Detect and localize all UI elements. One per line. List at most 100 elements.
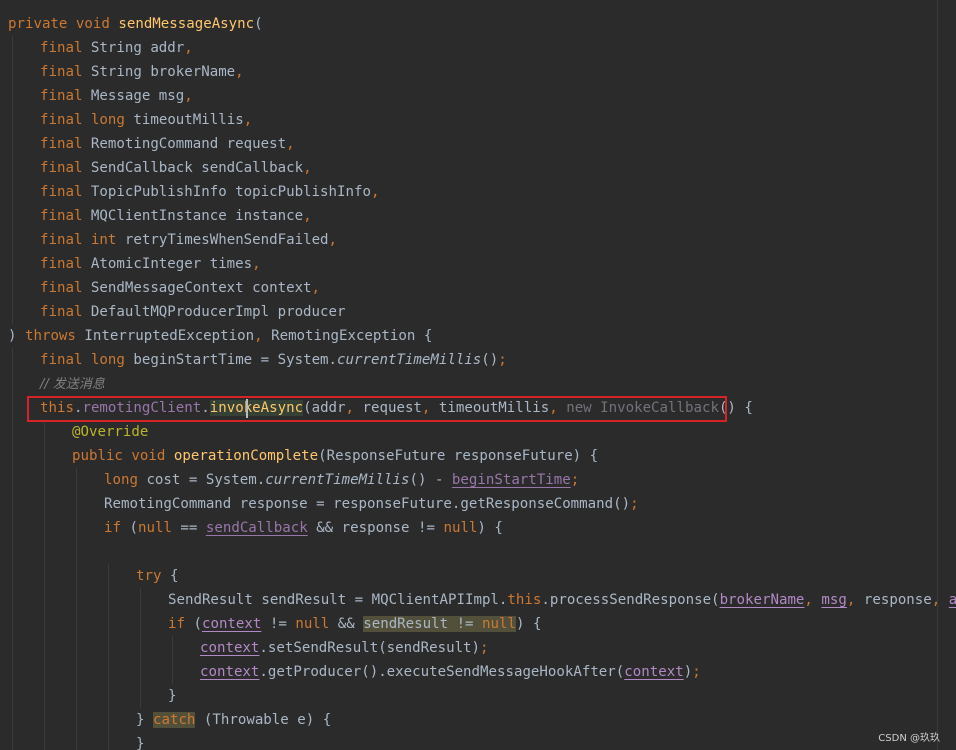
code-token: ;: [630, 496, 639, 512]
code-line-27[interactable]: context.setSendResult(sendResult);: [0, 636, 956, 660]
code-line-11[interactable]: final AtomicInteger times,: [0, 252, 956, 276]
code-token: final: [40, 280, 83, 296]
code-token: private: [8, 16, 68, 32]
code-token: &&: [329, 616, 364, 632]
code-token: int: [90, 232, 117, 248]
code-line-22[interactable]: if (null == sendCallback && response != …: [0, 516, 956, 540]
code-token: cost = System.: [137, 472, 266, 488]
code-token: context: [624, 664, 684, 680]
code-token: null: [443, 520, 478, 536]
code-line-3[interactable]: final String brokerName,: [0, 60, 956, 84]
code-token: final: [40, 112, 83, 128]
code-line-25[interactable]: SendResult sendResult = MQClientAPIImpl.…: [0, 588, 956, 612]
code-token: (Throwable e) {: [195, 712, 332, 728]
code-token: !=: [261, 616, 296, 632]
code-token: final: [40, 352, 83, 368]
code-editor[interactable]: private void sendMessageAsync(final Stri…: [0, 0, 956, 750]
code-token: timeoutMillis: [124, 112, 244, 128]
code-token: beginStartTime: [451, 472, 571, 488]
watermark-csdn: CSDN @玖玖: [878, 733, 940, 744]
code-line-16[interactable]: // 发送消息: [0, 372, 956, 396]
code-line-20[interactable]: long cost = System.currentTimeMillis() -…: [0, 468, 956, 492]
code-line-7[interactable]: final SendCallback sendCallback,: [0, 156, 956, 180]
code-line-23[interactable]: [0, 540, 956, 564]
code-line-21[interactable]: RemotingCommand response = responseFutur…: [0, 492, 956, 516]
code-line-2[interactable]: final String addr,: [0, 36, 956, 60]
code-token: sendCallback: [205, 520, 308, 536]
code-token: ,: [804, 592, 813, 608]
code-token: (: [254, 16, 263, 32]
code-token: ;: [692, 664, 701, 680]
code-token: ==: [171, 520, 206, 536]
code-line-5[interactable]: final long timeoutMillis,: [0, 108, 956, 132]
code-token: {: [161, 568, 179, 584]
code-line-9[interactable]: final MQClientInstance instance,: [0, 204, 956, 228]
code-token: ;: [480, 640, 489, 656]
code-line-30[interactable]: } catch (Throwable e) {: [0, 708, 956, 732]
code-line-18[interactable]: @Override: [0, 420, 956, 444]
code-line-28[interactable]: context.getProducer().executeSendMessage…: [0, 660, 956, 684]
code-token: }: [168, 688, 177, 704]
code-token: && response !=: [307, 520, 444, 536]
code-line-8[interactable]: final TopicPublishInfo topicPublishInfo,: [0, 180, 956, 204]
code-token: response: [855, 592, 932, 608]
code-line-12[interactable]: final SendMessageContext context,: [0, 276, 956, 300]
code-line-24[interactable]: try {: [0, 564, 956, 588]
code-token: }: [136, 712, 153, 728]
code-token: null: [137, 520, 172, 536]
code-token: currentTimeMillis: [265, 472, 410, 488]
code-token: ,: [184, 88, 193, 104]
code-token: DefaultMQProducerImpl producer: [82, 304, 346, 320]
code-token: RemotingException {: [262, 328, 433, 344]
code-token: final: [40, 256, 83, 272]
code-line-14[interactable]: ) throws InterruptedException, RemotingE…: [0, 324, 956, 348]
code-token: () -: [409, 472, 452, 488]
code-line-10[interactable]: final int retryTimesWhenSendFailed,: [0, 228, 956, 252]
code-token: context: [201, 616, 262, 632]
code-token: operationComplete: [173, 448, 319, 464]
code-token: RemotingCommand response = responseFutur…: [104, 496, 631, 512]
code-token: final: [40, 64, 83, 80]
code-token: Message msg: [82, 88, 185, 104]
code-token: final: [40, 40, 83, 56]
code-token: ,: [931, 592, 941, 608]
code-line-6[interactable]: final RemotingCommand request,: [0, 132, 956, 156]
code-token: null: [482, 616, 516, 632]
code-line-1[interactable]: private void sendMessageAsync(: [0, 12, 956, 36]
code-token: public: [72, 448, 123, 464]
code-token: ,: [184, 40, 193, 56]
code-line-15[interactable]: final long beginStartTime = System.curre…: [0, 348, 956, 372]
code-token: ,: [286, 136, 295, 152]
code-token: .setSendResult(sendResult): [259, 640, 481, 656]
code-token: MQClientInstance instance: [82, 208, 304, 224]
code-token: long: [90, 352, 125, 368]
code-line-19[interactable]: public void operationComplete(ResponseFu…: [0, 444, 956, 468]
code-token: throws: [24, 328, 76, 344]
code-line-31[interactable]: }: [0, 732, 956, 750]
code-line-29[interactable]: }: [0, 684, 956, 708]
code-token: .getProducer().executeSendMessageHookAft…: [259, 664, 625, 680]
code-token: RemotingCommand request: [82, 136, 287, 152]
code-token: SendCallback sendCallback: [82, 160, 304, 176]
code-token: ,: [311, 280, 321, 296]
code-line-26[interactable]: if (context != null && sendResult != nul…: [0, 612, 956, 636]
code-token: @Override: [72, 424, 149, 440]
code-token: SendResult sendResult = MQClientAPIImpl.: [168, 592, 508, 608]
code-token: catch: [152, 712, 196, 728]
code-token: final: [40, 184, 83, 200]
code-token: ;: [498, 352, 507, 368]
code-token: final: [40, 160, 83, 176]
code-token: try: [136, 568, 162, 584]
code-token: final: [40, 304, 83, 320]
code-token: String brokerName: [82, 64, 236, 80]
code-token: final: [40, 232, 83, 248]
code-line-13[interactable]: final DefaultMQProducerImpl producer: [0, 300, 956, 324]
code-token: ,: [252, 256, 261, 272]
code-token: // 发送消息: [40, 377, 105, 392]
code-line-4[interactable]: final Message msg,: [0, 84, 956, 108]
code-token: context: [200, 640, 260, 656]
